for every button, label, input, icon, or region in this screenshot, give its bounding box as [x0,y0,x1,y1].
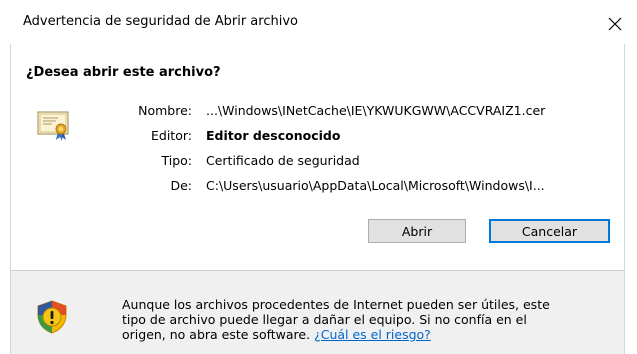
from-value: C:\Users\usuario\AppData\Local\Microsoft… [206,178,545,193]
warning-line-2: tipo de archivo puede llegar a dañar el … [122,312,527,327]
security-warning-dialog: Advertencia de seguridad de Abrir archiv… [0,0,637,354]
cancel-button[interactable]: Cancelar [489,219,610,243]
open-button[interactable]: Abrir [368,219,466,243]
from-label: De: [170,178,192,193]
window-title: Advertencia de seguridad de Abrir archiv… [23,14,298,29]
warning-line-3-text: origen, no abra este software. [122,327,311,342]
name-label: Nombre: [138,103,192,118]
close-icon [608,17,622,31]
shield-warning-icon [37,300,67,334]
warning-line-3: origen, no abra este software. ¿Cuál es … [122,327,612,342]
publisher-label: Editor: [151,128,192,143]
close-button[interactable] [599,8,631,40]
warning-line-1: Aunque los archivos procedentes de Inter… [122,297,550,312]
title-bar: Advertencia de seguridad de Abrir archiv… [0,0,637,44]
risk-link[interactable]: ¿Cuál es el riesgo? [314,327,431,342]
dialog-question: ¿Desea abrir este archivo? [26,65,221,80]
frame-right [624,44,625,354]
warning-message: Aunque los archivos procedentes de Inter… [122,297,612,342]
name-value: ...\Windows\INetCache\IE\YKWUKGWW\ACCVRA… [206,103,546,118]
type-label: Tipo: [161,153,192,168]
type-value: Certificado de seguridad [206,153,360,168]
publisher-value: Editor desconocido [206,128,341,143]
